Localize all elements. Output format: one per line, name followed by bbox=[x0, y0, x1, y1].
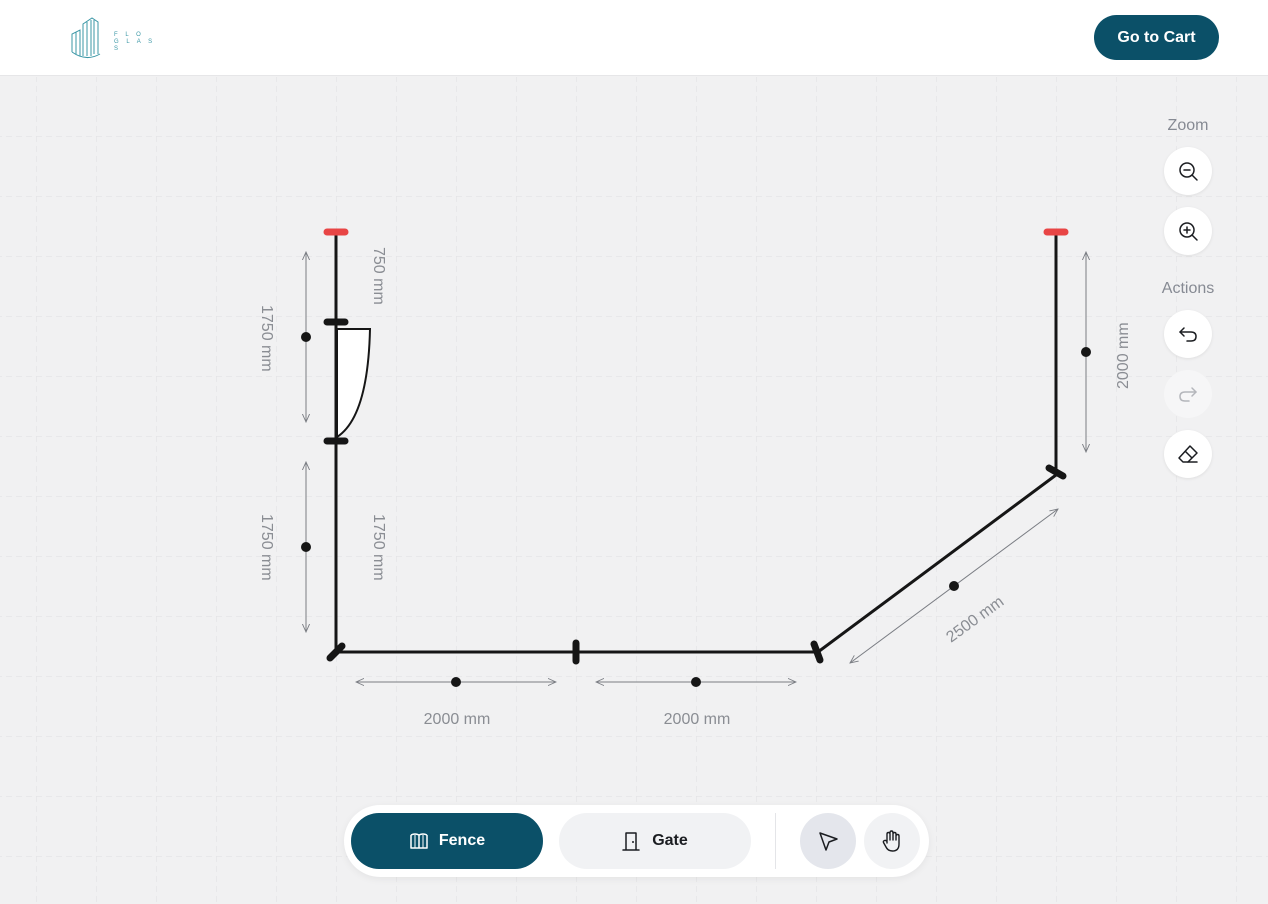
fence-drawing: 750 mm 1750 mm 1750 mm 1750 mm 2000 mm 2… bbox=[258, 228, 1132, 728]
cursor-arrow-icon bbox=[819, 832, 838, 851]
fence-segment-diagonal bbox=[816, 473, 1058, 654]
dim-left-lower-inner: 1750 mm bbox=[370, 514, 387, 581]
handle-right bbox=[1081, 347, 1091, 357]
select-tool-button[interactable] bbox=[800, 813, 856, 869]
dimension-handles[interactable] bbox=[301, 332, 1091, 687]
undo-button[interactable] bbox=[1164, 310, 1212, 358]
dim-bottom-left: 2000 mm bbox=[424, 711, 491, 728]
door-icon bbox=[622, 832, 640, 851]
post-corner-right bbox=[1045, 464, 1067, 480]
dim-bottom-right: 2000 mm bbox=[664, 711, 731, 728]
eraser-button[interactable] bbox=[1164, 430, 1212, 478]
actions-label: Actions bbox=[1161, 280, 1215, 297]
dim-left-gap: 750 mm bbox=[370, 247, 387, 305]
handle-left-lower bbox=[301, 542, 311, 552]
bottom-toolbar: Fence Gate bbox=[344, 805, 929, 877]
zoom-in-button[interactable] bbox=[1164, 207, 1212, 255]
fence-tool-button[interactable]: Fence bbox=[351, 813, 543, 869]
hand-icon bbox=[882, 830, 900, 852]
zoom-out-icon bbox=[1179, 162, 1198, 181]
handle-bottom-left bbox=[451, 677, 461, 687]
logo-text: F L O G L A S S bbox=[114, 32, 160, 53]
zoom-in-icon bbox=[1179, 222, 1198, 241]
fence-icon bbox=[410, 833, 428, 849]
post-corner-bottom-left bbox=[326, 642, 346, 662]
logo-text-line1: F L O bbox=[114, 32, 144, 38]
pan-tool-button[interactable] bbox=[864, 813, 920, 869]
eraser-icon bbox=[1178, 445, 1198, 463]
redo-icon bbox=[1179, 387, 1197, 402]
header: F L O G L A S S Go to Cart bbox=[0, 0, 1268, 76]
gate-tool-label: Gate bbox=[652, 832, 688, 849]
handle-diagonal bbox=[949, 581, 959, 591]
redo-button[interactable] bbox=[1164, 370, 1212, 418]
gate-tool-button[interactable]: Gate bbox=[559, 813, 751, 869]
dim-left-lower-outer: 1750 mm bbox=[258, 514, 275, 581]
handle-left-gate bbox=[301, 332, 311, 342]
drawing-canvas[interactable]: 750 mm 1750 mm 1750 mm 1750 mm 2000 mm 2… bbox=[0, 77, 1268, 904]
logo-text-line2: G L A S S bbox=[114, 39, 156, 52]
fence-segments[interactable] bbox=[334, 230, 1058, 654]
toolbar-divider bbox=[775, 813, 776, 869]
dim-diagonal: 2500 mm bbox=[943, 593, 1007, 646]
dim-right: 2000 mm bbox=[1115, 322, 1132, 389]
logo-building-icon bbox=[71, 17, 101, 58]
undo-icon bbox=[1179, 327, 1197, 342]
zoom-label: Zoom bbox=[1167, 117, 1209, 134]
go-to-cart-button[interactable]: Go to Cart bbox=[1094, 15, 1219, 60]
gate-shape[interactable] bbox=[336, 328, 372, 439]
fence-tool-label: Fence bbox=[438, 832, 486, 849]
fence-posts[interactable] bbox=[323, 318, 1067, 665]
flo-glass-logo[interactable]: F L O G L A S S bbox=[70, 16, 160, 60]
post-corner-bottom-right bbox=[810, 640, 824, 664]
dim-left-gate: 1750 mm bbox=[258, 305, 275, 372]
zoom-out-button[interactable] bbox=[1164, 147, 1212, 195]
handle-bottom-right bbox=[691, 677, 701, 687]
